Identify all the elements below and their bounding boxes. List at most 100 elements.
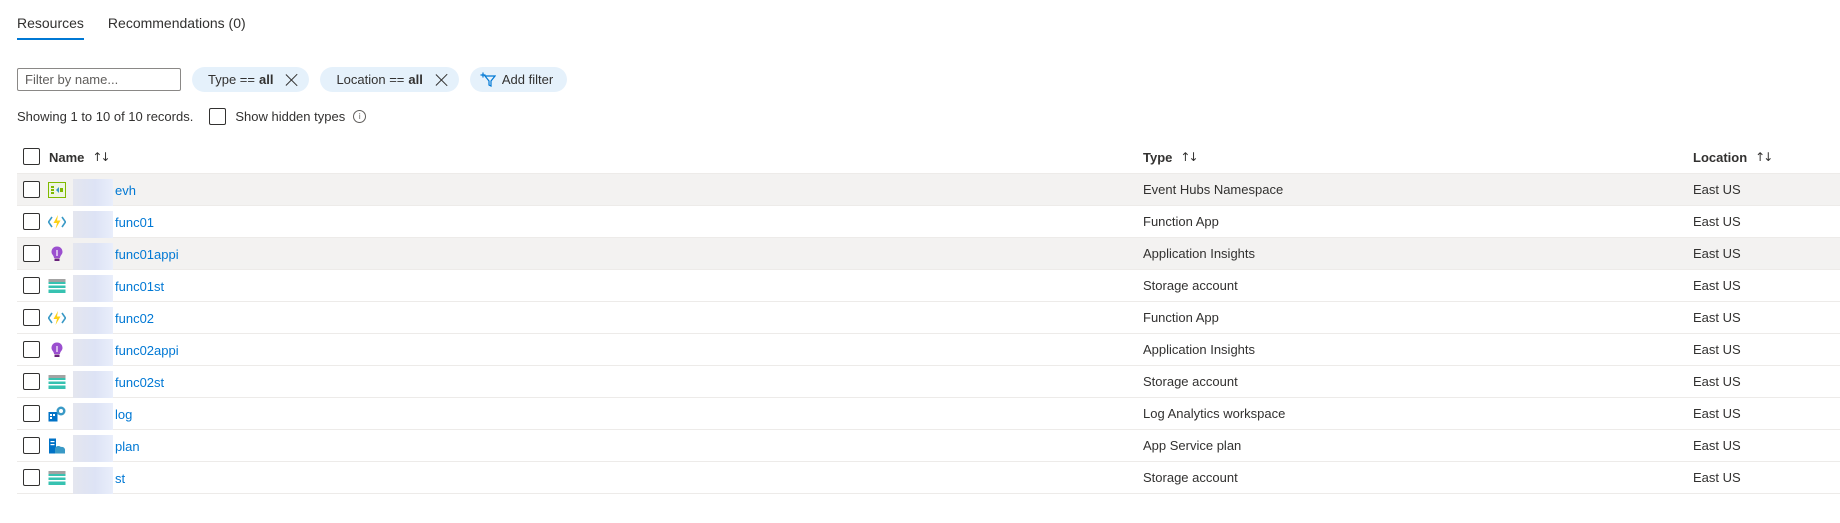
app-insights-icon (48, 342, 66, 358)
event-hubs-icon (48, 182, 66, 198)
storage-account-icon (48, 470, 66, 486)
resource-name-link[interactable]: func01st (115, 270, 164, 304)
resource-location-cell: East US (1693, 374, 1741, 389)
resource-type-cell: Function App (1143, 214, 1219, 229)
column-header-location-label: Location (1693, 149, 1748, 165)
sort-arrows-icon: ↑↓ (1180, 150, 1198, 164)
resource-location-cell: East US (1693, 246, 1741, 261)
location-filter-pill[interactable]: Location == all (320, 67, 459, 92)
row-select-checkbox[interactable] (23, 277, 40, 294)
tab-recommendations[interactable]: Recommendations (0) (108, 0, 246, 40)
table-row[interactable]: func01st Storage account East US (17, 270, 1840, 302)
redacted-name-prefix (73, 435, 113, 462)
table-row[interactable]: func02 Function App East US (17, 302, 1840, 334)
location-filter-key: Location == (336, 72, 405, 87)
row-select-checkbox[interactable] (23, 373, 40, 390)
resource-name-link[interactable]: func02 (115, 302, 154, 336)
table-row[interactable]: func01appi Application Insights East US (17, 238, 1840, 270)
row-select-checkbox[interactable] (23, 341, 40, 358)
resource-type-cell: Function App (1143, 310, 1219, 325)
resource-name-link[interactable]: func01 (115, 206, 154, 240)
resource-name-link[interactable]: log (115, 398, 132, 432)
type-filter-pill[interactable]: Type == all (192, 67, 310, 92)
show-hidden-types-label: Show hidden types (235, 109, 346, 124)
resource-name-link[interactable]: st (115, 462, 125, 496)
column-header-type-label: Type (1143, 149, 1173, 165)
redacted-name-prefix (73, 179, 113, 206)
row-select-checkbox[interactable] (23, 245, 40, 262)
function-app-icon (47, 310, 67, 326)
app-service-plan-icon (48, 438, 66, 454)
column-header-name[interactable]: Name ↑↓ (49, 149, 111, 165)
redacted-name-prefix (73, 371, 113, 398)
sort-arrows-icon: ↑↓ (1755, 150, 1773, 164)
records-summary: Showing 1 to 10 of 10 records. (17, 109, 194, 124)
resource-type-cell: Application Insights (1143, 246, 1256, 261)
resource-location-cell: East US (1693, 342, 1741, 357)
redacted-name-prefix (73, 307, 113, 334)
resource-name-link[interactable]: func02appi (115, 334, 179, 368)
resource-name-link[interactable]: plan (115, 430, 140, 464)
table-row[interactable]: st Storage account East US (17, 462, 1840, 494)
table-row[interactable]: plan App Service plan East US (17, 430, 1840, 462)
row-select-checkbox[interactable] (23, 309, 40, 326)
resource-location-cell: East US (1693, 182, 1741, 197)
column-header-name-label: Name (49, 149, 85, 165)
row-select-checkbox[interactable] (23, 181, 40, 198)
resource-location-cell: East US (1693, 214, 1741, 229)
redacted-name-prefix (73, 211, 113, 238)
type-filter-key: Type == (208, 72, 255, 87)
table-row[interactable]: func02appi Application Insights East US (17, 334, 1840, 366)
info-icon[interactable]: i (353, 110, 367, 123)
records-bar: Showing 1 to 10 of 10 records. Show hidd… (17, 108, 367, 125)
redacted-name-prefix (73, 243, 113, 270)
column-header-type[interactable]: Type ↑↓ (1143, 149, 1199, 165)
add-filter-icon (480, 72, 496, 87)
resource-location-cell: East US (1693, 438, 1741, 453)
app-insights-icon (48, 246, 66, 262)
redacted-name-prefix (73, 467, 113, 494)
show-hidden-types-checkbox[interactable] (209, 108, 227, 125)
remove-type-filter-icon[interactable] (285, 73, 299, 87)
resource-type-cell: Storage account (1143, 374, 1238, 389)
tab-bar: Resources Recommendations (0) (17, 0, 246, 40)
resource-type-cell: Storage account (1143, 278, 1238, 293)
filter-bar: Type == all Location == all Add filter (17, 67, 568, 92)
resource-type-cell: Event Hubs Namespace (1143, 182, 1284, 197)
row-select-checkbox[interactable] (23, 469, 40, 486)
row-select-checkbox[interactable] (23, 213, 40, 230)
resource-type-cell: App Service plan (1143, 438, 1242, 453)
remove-location-filter-icon[interactable] (435, 73, 449, 87)
table-header: Name ↑↓ Type ↑↓ Location ↑↓ (17, 141, 1840, 174)
resource-location-cell: East US (1693, 406, 1741, 421)
table-row[interactable]: evh Event Hubs Namespace East US (17, 174, 1840, 206)
resource-location-cell: East US (1693, 278, 1741, 293)
add-filter-label: Add filter (501, 72, 554, 87)
table-row[interactable]: func01 Function App East US (17, 206, 1840, 238)
redacted-name-prefix (73, 403, 113, 430)
table-body: evh Event Hubs Namespace East US func01 Func… (17, 174, 1840, 494)
resources-table: Name ↑↓ Type ↑↓ Location ↑↓ evh Event Hub… (17, 141, 1840, 494)
resource-name-link[interactable]: func02st (115, 366, 164, 400)
table-row[interactable]: log Log Analytics workspace East US (17, 398, 1840, 430)
resource-type-cell: Storage account (1143, 470, 1238, 485)
function-app-icon (47, 214, 67, 230)
column-header-location[interactable]: Location ↑↓ (1693, 149, 1773, 165)
type-filter-value: all (258, 72, 274, 87)
resource-location-cell: East US (1693, 470, 1741, 485)
row-select-checkbox[interactable] (23, 437, 40, 454)
table-row[interactable]: func02st Storage account East US (17, 366, 1840, 398)
resource-type-cell: Log Analytics workspace (1143, 406, 1286, 421)
resource-name-link[interactable]: func01appi (115, 238, 179, 272)
resource-name-link[interactable]: evh (115, 174, 136, 208)
filter-by-name-input[interactable] (17, 68, 181, 91)
redacted-name-prefix (73, 339, 113, 366)
row-select-checkbox[interactable] (23, 405, 40, 422)
add-filter-button[interactable]: Add filter (469, 67, 568, 92)
storage-account-icon (48, 374, 66, 390)
show-hidden-types-toggle[interactable]: Show hidden types i (209, 108, 367, 125)
select-all-checkbox[interactable] (23, 148, 40, 165)
tab-resources[interactable]: Resources (17, 0, 84, 40)
location-filter-value: all (408, 72, 423, 87)
resource-location-cell: East US (1693, 310, 1741, 325)
